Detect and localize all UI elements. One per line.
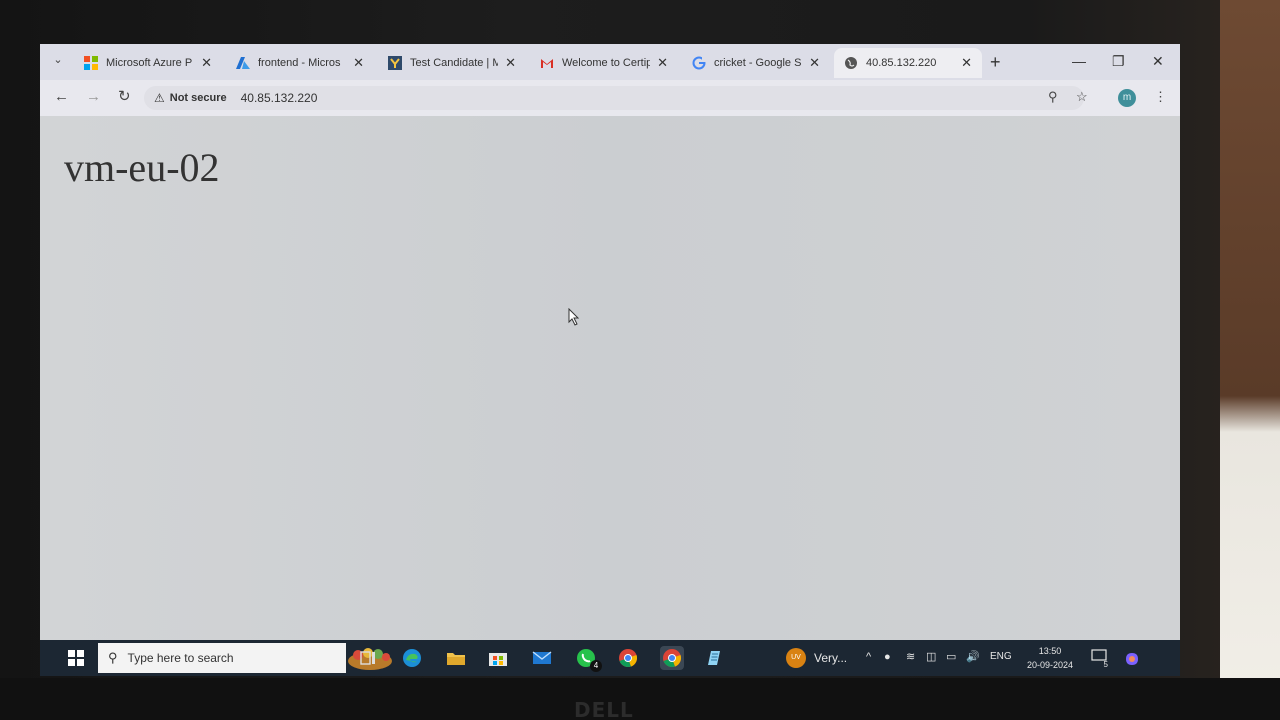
page-content: vm-eu-02 bbox=[40, 116, 1180, 640]
security-status-label[interactable]: Not secure bbox=[170, 92, 227, 104]
tab-welcome-certip[interactable]: Welcome to Certip ✕ bbox=[530, 48, 678, 78]
weather-label: Very... bbox=[814, 651, 848, 665]
test-logo-icon bbox=[388, 56, 402, 70]
volume-icon[interactable]: 🔊 bbox=[966, 651, 980, 663]
menu-kebab-icon[interactable]: ⋮ bbox=[1154, 90, 1167, 103]
tab-bar: ⌄ Microsoft Azure P ✕ frontend - Micros … bbox=[40, 44, 1180, 80]
tray-app-icon[interactable]: ● bbox=[884, 651, 891, 663]
tab-test-candidate[interactable]: Test Candidate | M ✕ bbox=[378, 48, 526, 78]
whatsapp-icon[interactable]: 4 bbox=[574, 646, 602, 672]
zoom-icon[interactable]: ⚲ bbox=[1048, 90, 1058, 103]
tab-label: cricket - Google S bbox=[714, 57, 802, 69]
task-view-icon[interactable] bbox=[356, 646, 380, 670]
reload-icon[interactable]: ↻ bbox=[118, 89, 131, 104]
windows-start-icon[interactable] bbox=[68, 650, 84, 666]
close-window-icon[interactable]: ✕ bbox=[1152, 54, 1164, 68]
tab-close-icon[interactable]: ✕ bbox=[353, 55, 364, 71]
search-placeholder: Type here to search bbox=[127, 651, 234, 665]
azure-logo-icon bbox=[236, 56, 250, 70]
tab-label: frontend - Micros bbox=[258, 57, 341, 69]
taskbar-search-input[interactable]: ⚲ Type here to search bbox=[98, 643, 392, 673]
tab-search-chevron-icon[interactable]: ⌄ bbox=[50, 52, 66, 68]
new-tab-plus-icon[interactable]: + bbox=[990, 53, 1001, 71]
mouse-cursor-icon bbox=[568, 308, 580, 326]
tab-microsoft-azure[interactable]: Microsoft Azure P ✕ bbox=[74, 48, 222, 78]
browser-toolbar: ← → ↻ ⚠ Not secure 40.85.132.220 ⚲ ☆ m ⋮ bbox=[40, 80, 1180, 116]
microsoft-logo-icon bbox=[84, 56, 98, 70]
mail-icon[interactable] bbox=[530, 646, 554, 670]
clock-date: 20-09-2024 bbox=[1026, 660, 1074, 670]
wifi-icon[interactable]: ≋ bbox=[906, 651, 915, 663]
windows-taskbar: ⚲ Type here to search 4 UV Very... ^ ● ≋… bbox=[40, 640, 1180, 676]
notepad-icon[interactable] bbox=[702, 646, 726, 670]
tab-close-icon[interactable]: ✕ bbox=[961, 55, 972, 71]
globe-icon bbox=[844, 56, 858, 70]
weather-widget[interactable]: UV Very... bbox=[786, 648, 847, 668]
forward-arrow-icon[interactable]: → bbox=[86, 89, 101, 104]
desk-background bbox=[1220, 0, 1280, 720]
whatsapp-badge: 4 bbox=[590, 660, 602, 672]
address-bar[interactable]: ⚠ Not secure 40.85.132.220 bbox=[144, 86, 1084, 110]
system-clock[interactable]: 13:50 20-09-2024 bbox=[1020, 644, 1080, 672]
gmail-icon bbox=[540, 56, 554, 70]
tab-close-icon[interactable]: ✕ bbox=[657, 55, 668, 71]
page-heading: vm-eu-02 bbox=[64, 145, 220, 190]
microsoft-store-icon[interactable] bbox=[486, 646, 510, 670]
weather-avatar-icon: UV bbox=[786, 648, 806, 668]
profile-avatar[interactable]: m bbox=[1118, 89, 1136, 107]
url-text[interactable]: 40.85.132.220 bbox=[241, 91, 318, 105]
file-explorer-icon[interactable] bbox=[444, 646, 468, 670]
back-arrow-icon[interactable]: ← bbox=[54, 89, 69, 104]
meet-now-icon[interactable]: ◫ bbox=[926, 651, 936, 663]
warning-triangle-icon[interactable]: ⚠ bbox=[154, 91, 165, 105]
tab-frontend[interactable]: frontend - Micros ✕ bbox=[226, 48, 374, 78]
bookmark-star-icon[interactable]: ☆ bbox=[1076, 90, 1088, 103]
tab-label: Microsoft Azure P bbox=[106, 57, 193, 69]
chrome-icon[interactable] bbox=[616, 646, 640, 670]
battery-icon[interactable]: ▭ bbox=[946, 651, 956, 663]
language-indicator[interactable]: ENG bbox=[990, 651, 1012, 663]
tab-label: Welcome to Certip bbox=[562, 57, 650, 69]
tab-close-icon[interactable]: ✕ bbox=[809, 55, 820, 71]
tab-close-icon[interactable]: ✕ bbox=[505, 55, 516, 71]
notification-center-icon[interactable]: 5 bbox=[1090, 649, 1108, 669]
tray-chevron-up-icon[interactable]: ^ bbox=[866, 651, 871, 663]
search-icon: ⚲ bbox=[108, 650, 118, 665]
notification-count: 5 bbox=[1103, 660, 1108, 669]
restore-icon[interactable]: ❐ bbox=[1112, 54, 1125, 68]
chrome-active-icon[interactable] bbox=[660, 646, 684, 670]
tab-close-icon[interactable]: ✕ bbox=[201, 55, 212, 71]
copilot-icon[interactable] bbox=[1124, 651, 1140, 670]
laptop-brand-logo: DELL bbox=[574, 698, 634, 720]
clock-time: 13:50 bbox=[1038, 646, 1062, 656]
screen: ⌄ Microsoft Azure P ✕ frontend - Micros … bbox=[40, 44, 1180, 676]
tab-active-ip[interactable]: 40.85.132.220 ✕ bbox=[834, 48, 982, 78]
laptop-bottom-bezel bbox=[0, 678, 1280, 720]
edge-browser-icon[interactable] bbox=[400, 646, 424, 670]
tab-cricket-google[interactable]: cricket - Google S ✕ bbox=[682, 48, 830, 78]
minimize-icon[interactable]: — bbox=[1072, 54, 1086, 68]
tab-label: 40.85.132.220 bbox=[866, 57, 937, 69]
tab-label: Test Candidate | M bbox=[410, 57, 498, 69]
google-icon bbox=[692, 56, 706, 70]
